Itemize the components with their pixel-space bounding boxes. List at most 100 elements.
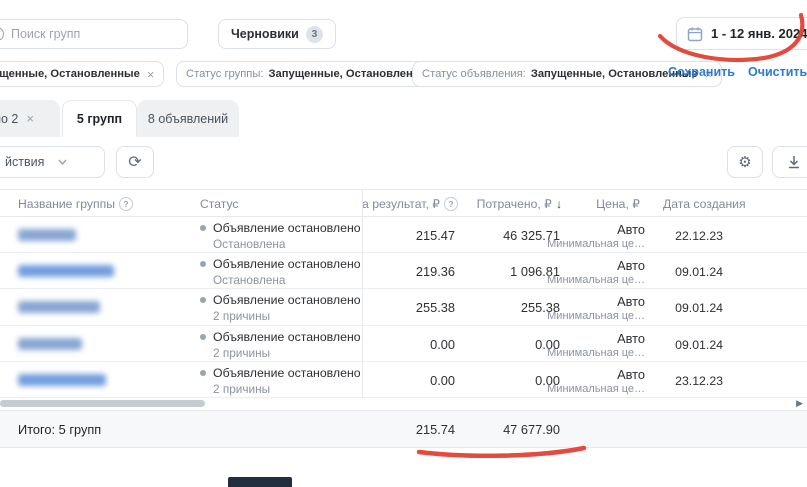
drafts-button-label: Черновики (231, 27, 299, 41)
column-header-price[interactable]: Цена, ₽ (596, 197, 640, 211)
help-icon (444, 197, 458, 211)
drafts-button[interactable]: Черновики 3 (218, 19, 336, 49)
sort-desc-icon: ↓ (556, 197, 562, 211)
price-mode: Авто (547, 222, 645, 237)
filter-chip-label: Статус объявления: (422, 68, 526, 80)
status-subtext: 2 причины (213, 382, 361, 396)
group-name-redacted[interactable] (18, 265, 114, 277)
status-dot-icon (200, 297, 206, 303)
price-strategy: Минимальная це… (547, 347, 645, 359)
created-date: 22.12.23 (675, 229, 723, 243)
table-row[interactable]: Объявление остановлено 2 причины 0.00 0.… (0, 362, 807, 398)
filter-chip-statuses-cut[interactable]: Запущенные, Остановленные (0, 61, 164, 87)
status-text: Объявление остановлено (213, 293, 361, 307)
cost-per-result-value: 255.38 (416, 300, 455, 315)
group-name-redacted[interactable] (18, 374, 106, 386)
filter-chip-label: Статус группы: (186, 68, 264, 80)
column-header-spent[interactable]: Потрачено, ₽ ↓ (477, 197, 562, 211)
status-subtext: Остановлена (213, 237, 361, 251)
created-date: 09.01.24 (675, 301, 723, 315)
status-dot-icon (200, 370, 206, 376)
filter-chip-value: Запущенные, Остановленные (0, 68, 140, 80)
status-dot-icon (200, 261, 206, 267)
price-cell: Авто Минимальная це… (547, 294, 645, 322)
status-subtext: 2 причины (213, 309, 361, 323)
search-icon (0, 27, 4, 41)
created-date: 23.12.23 (675, 374, 723, 388)
status-cell: Объявление остановлено 2 причины (200, 293, 361, 323)
scroll-right-icon[interactable]: ▶ (796, 398, 803, 409)
scrollbar-thumb[interactable] (0, 400, 205, 407)
tab-groups[interactable]: 5 групп (62, 100, 137, 137)
export-button[interactable] (772, 146, 807, 178)
totals-label: Итого: 5 групп (18, 422, 101, 437)
help-icon (119, 197, 133, 211)
settings-button[interactable]: ⚙ (727, 146, 763, 178)
status-cell: Объявление остановлено Остановлена (200, 221, 361, 251)
group-name-redacted[interactable] (18, 229, 76, 241)
price-mode: Авто (547, 331, 645, 346)
status-text: Объявление остановлено (213, 257, 361, 271)
totals-row: Итого: 5 групп 215.74 47 677.90 (0, 410, 807, 448)
column-header-created[interactable]: Дата создания (663, 197, 746, 211)
taskbar-fragment (228, 477, 292, 487)
tab-label: 5 групп (77, 112, 122, 126)
status-text: Объявление остановлено (213, 221, 361, 235)
tab-label: но 2 (0, 112, 18, 126)
red-marker-totals-underline (419, 448, 584, 456)
status-cell: Объявление остановлено Остановлена (200, 257, 361, 287)
calendar-icon (687, 26, 703, 42)
table-row[interactable]: Объявление остановлено 2 причины 255.38 … (0, 289, 807, 325)
download-icon (787, 155, 801, 169)
table-row[interactable]: Объявление остановлено Остановлена 215.4… (0, 217, 807, 253)
horizontal-scrollbar[interactable]: ▶ (0, 399, 807, 409)
frozen-column-divider (362, 189, 363, 398)
save-filters-link[interactable]: Сохранить (668, 65, 735, 79)
status-subtext: Остановлена (213, 273, 361, 287)
actions-label: йствия (5, 155, 44, 169)
search-placeholder: Поиск групп (11, 27, 80, 41)
tab-ads[interactable]: 8 объявлений (137, 100, 239, 137)
status-cell: Объявление остановлено 2 причины (200, 366, 361, 396)
gear-icon: ⚙ (738, 153, 751, 171)
group-name-redacted[interactable] (18, 301, 100, 313)
actions-dropdown[interactable]: йствия (0, 146, 105, 178)
price-strategy: Минимальная це… (547, 310, 645, 322)
date-range-picker[interactable]: 1 - 12 янв. 2024 (676, 17, 807, 50)
price-mode: Авто (547, 258, 645, 273)
ads-manager-screen: Поиск групп Черновики 3 1 - 12 янв. 2024… (0, 0, 807, 487)
cost-per-result-value: 219.36 (416, 264, 455, 279)
status-dot-icon (200, 334, 206, 340)
price-strategy: Минимальная це… (547, 383, 645, 395)
status-cell: Объявление остановлено 2 причины (200, 330, 361, 360)
price-strategy: Минимальная це… (547, 274, 645, 286)
close-icon[interactable] (147, 68, 155, 81)
price-cell: Авто Минимальная це… (547, 258, 645, 286)
table-row[interactable]: Объявление остановлено Остановлена 219.3… (0, 253, 807, 289)
group-name-redacted[interactable] (18, 338, 82, 350)
column-header-cpr[interactable]: на за результат, ₽ (363, 197, 458, 213)
cost-per-result-value: 215.47 (416, 228, 455, 243)
table-body: Объявление остановлено Остановлена 215.4… (0, 217, 807, 398)
created-date: 09.01.24 (675, 265, 723, 279)
refresh-button[interactable]: ⟳ (116, 146, 154, 178)
tab-selected-cut[interactable]: но 2 (0, 100, 60, 137)
totals-spent: 47 677.90 (503, 422, 560, 437)
drafts-count-badge: 3 (306, 26, 323, 43)
price-cell: Авто Минимальная це… (547, 331, 645, 359)
cost-per-result-value: 0.00 (430, 337, 455, 352)
price-cell: Авто Минимальная це… (547, 222, 645, 250)
totals-cpr: 215.74 (416, 422, 455, 437)
table-row[interactable]: Объявление остановлено 2 причины 0.00 0.… (0, 326, 807, 362)
price-mode: Авто (547, 367, 645, 382)
search-input[interactable]: Поиск групп (0, 19, 188, 49)
date-range-label: 1 - 12 янв. 2024 (711, 26, 807, 41)
column-header-status[interactable]: Статус (200, 197, 239, 211)
price-mode: Авто (547, 294, 645, 309)
clear-filters-link[interactable]: Очистить (748, 65, 807, 79)
column-header-name[interactable]: Название группы (18, 197, 133, 211)
refresh-icon: ⟳ (128, 152, 141, 172)
close-icon[interactable] (26, 112, 34, 125)
status-text: Объявление остановлено (213, 366, 361, 380)
filter-chip-value: Запущенные, Остановленные (269, 68, 436, 80)
